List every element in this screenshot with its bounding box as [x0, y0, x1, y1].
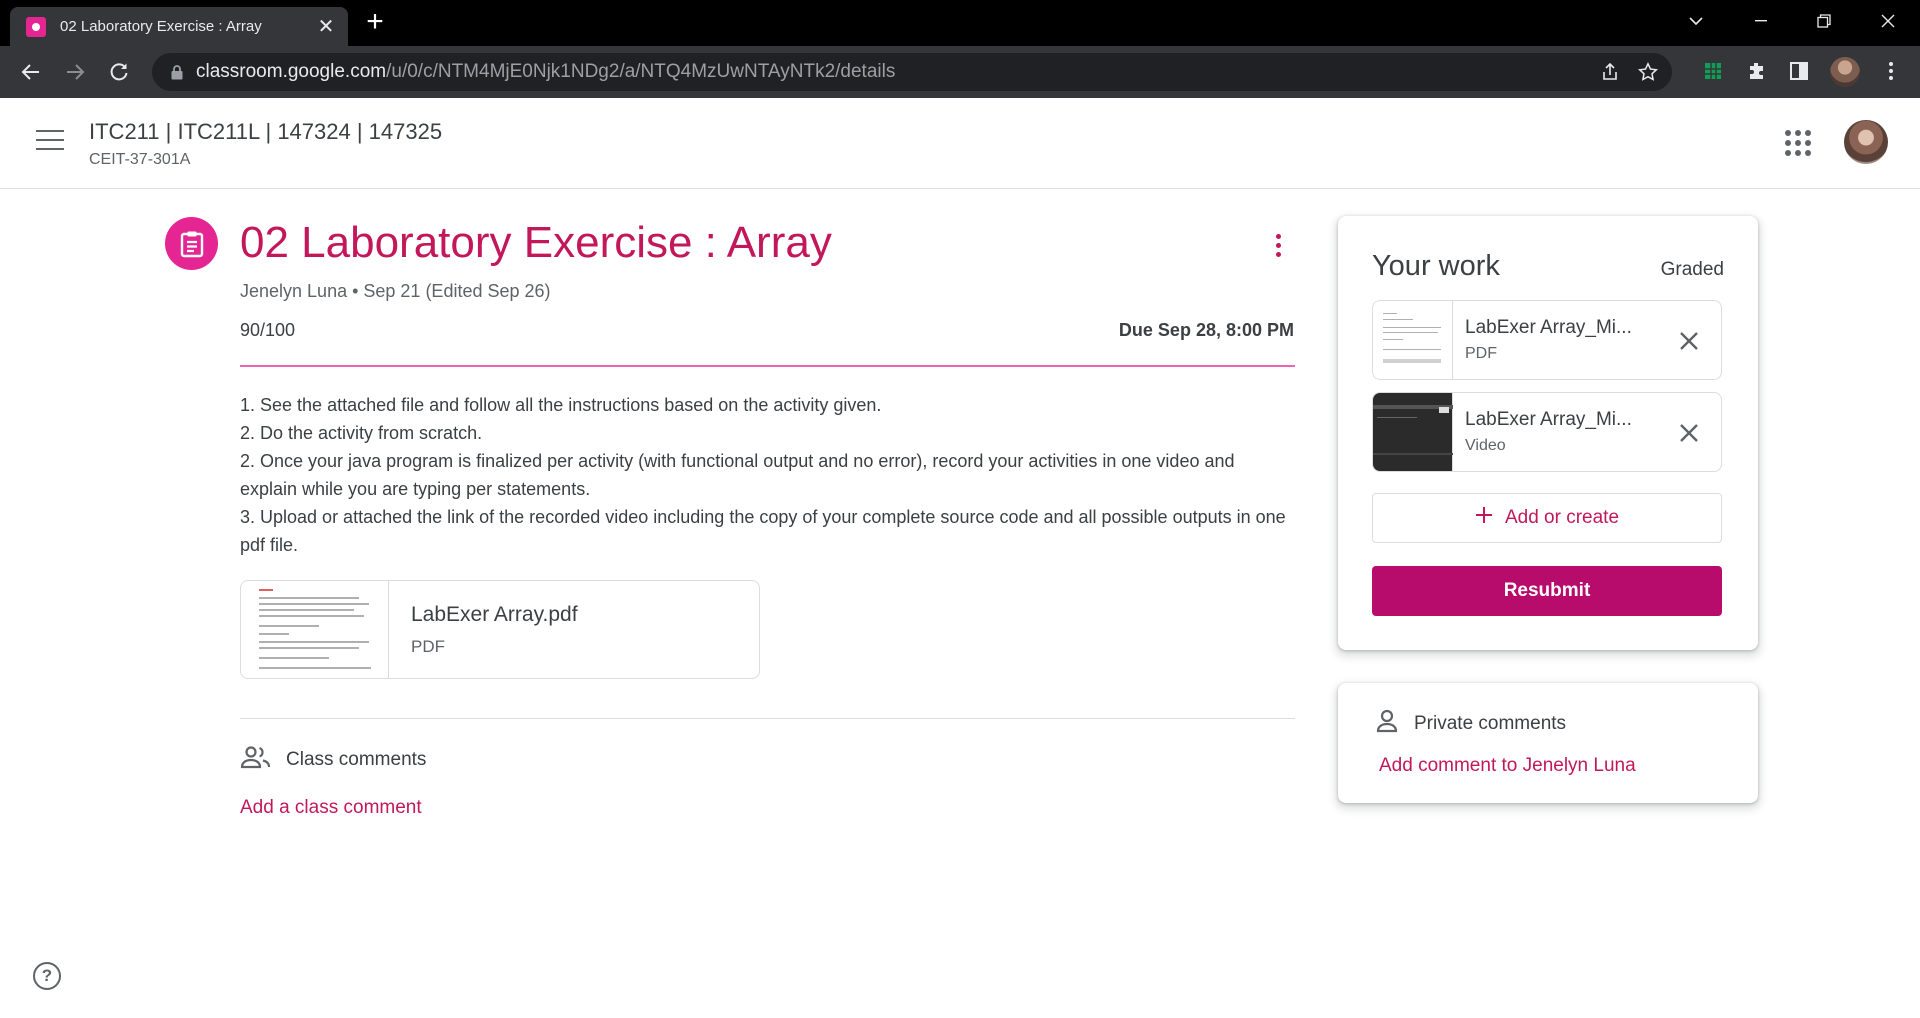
account-avatar[interactable] [1844, 120, 1888, 164]
reload-icon[interactable] [104, 57, 134, 87]
tab-close-icon[interactable]: ✕ [312, 13, 340, 41]
browser-profile-avatar[interactable] [1830, 57, 1860, 87]
work-status-badge: Graded [1660, 259, 1724, 280]
main-menu-icon[interactable] [36, 130, 64, 152]
private-comments-card: Private comments Add comment to Jenelyn … [1338, 683, 1758, 803]
attachment-info: LabExer Array.pdf PDF [389, 581, 578, 678]
file-name[interactable]: LabExer Array_Mi... [1465, 409, 1665, 431]
assignment-points: 90/100 [240, 320, 296, 340]
back-icon[interactable] [16, 57, 46, 87]
people-icon [240, 745, 272, 775]
side-panel-icon[interactable] [1786, 58, 1812, 84]
private-comments-label: Private comments [1414, 713, 1567, 734]
file-info: LabExer Array_Mi... PDF [1465, 317, 1665, 363]
file-name[interactable]: LabExer Array_Mi... [1465, 317, 1665, 339]
course-title[interactable]: ITC211 | ITC211L | 147324 | 147325 [89, 119, 442, 145]
more-options-icon[interactable] [1266, 228, 1290, 262]
assignment-title: 02 Laboratory Exercise : Array [240, 218, 832, 267]
instruction-line: 2. Once your java program is finalized p… [240, 451, 1235, 499]
help-icon[interactable]: ? [33, 962, 61, 990]
close-window-icon[interactable] [1868, 6, 1908, 36]
url-text: classroom.google.com/u/0/c/NTM4MjE0Njk1N… [196, 61, 895, 83]
bookmark-star-icon[interactable] [1636, 60, 1660, 84]
google-apps-icon[interactable] [1785, 130, 1811, 156]
browser-tab[interactable]: 02 Laboratory Exercise : Array ✕ [10, 7, 348, 46]
tab-title: 02 Laboratory Exercise : Array [60, 18, 262, 35]
attachment-name[interactable]: LabExer Array.pdf [411, 603, 578, 627]
submitted-file-row[interactable]: LabExer Array_Mi... Video [1372, 392, 1722, 472]
browser-menu-icon[interactable] [1878, 58, 1904, 84]
person-icon [1376, 709, 1398, 739]
submitted-file-row[interactable]: LabExer Array_Mi... PDF [1372, 300, 1722, 380]
your-work-title: Your work [1372, 250, 1500, 282]
url-host: classroom.google.com [196, 61, 387, 82]
your-work-card: Your work Graded LabExer Array_Mi... PDF [1338, 216, 1758, 650]
add-or-create-label: Add or create [1504, 507, 1620, 528]
file-thumbnail [1373, 301, 1453, 379]
instruction-line: 1. See the attached file and follow all … [240, 395, 882, 415]
url-path: /u/0/c/NTM4MjE0Njk1NDg2/a/NTQ4MzUwNTAyNT… [386, 61, 896, 82]
add-or-create-button[interactable]: Add or create [1372, 493, 1722, 543]
title-divider [240, 365, 1295, 367]
lock-icon[interactable] [168, 63, 186, 81]
remove-file-icon[interactable] [1675, 419, 1703, 447]
browser-tab-bar: 02 Laboratory Exercise : Array ✕ + [0, 0, 1920, 46]
attachment-card[interactable]: LabExer Array.pdf PDF [240, 580, 760, 679]
minimize-icon[interactable] [1741, 6, 1781, 36]
file-info: LabExer Array_Mi... Video [1465, 409, 1665, 455]
video-thumbnail [1373, 393, 1453, 471]
attachment-type: PDF [411, 637, 445, 656]
address-bar[interactable]: classroom.google.com/u/0/c/NTM4MjE0Njk1N… [152, 53, 1672, 91]
assignment-instructions: 1. See the attached file and follow all … [240, 391, 1295, 559]
tab-search-icon[interactable] [1676, 6, 1716, 36]
file-type: PDF [1465, 345, 1497, 362]
remove-file-icon[interactable] [1675, 327, 1703, 355]
classroom-icon [26, 16, 46, 37]
class-comments-header: Class comments [240, 745, 426, 775]
extensions-puzzle-icon[interactable] [1744, 58, 1770, 84]
assignment-meta: Jenelyn Luna • Sep 21 (Edited Sep 26) [240, 281, 551, 301]
course-section: CEIT-37-301A [89, 151, 191, 168]
resubmit-button[interactable]: Resubmit [1372, 566, 1722, 616]
share-icon[interactable] [1598, 60, 1622, 84]
sheets-extension-icon[interactable] [1700, 58, 1726, 84]
attachment-thumbnail [241, 581, 389, 678]
forward-icon[interactable] [60, 57, 90, 87]
new-tab-button[interactable]: + [360, 7, 390, 38]
browser-toolbar: classroom.google.com/u/0/c/NTM4MjE0Njk1N… [0, 46, 1920, 98]
plus-icon [1475, 506, 1493, 530]
add-class-comment-link[interactable]: Add a class comment [240, 797, 422, 819]
restore-icon[interactable] [1804, 6, 1844, 36]
class-comments-label: Class comments [286, 749, 427, 770]
classroom-header: ITC211 | ITC211L | 147324 | 147325 CEIT-… [0, 98, 1920, 189]
assignment-due-date: Due Sep 28, 8:00 PM [1118, 320, 1294, 340]
add-private-comment-link[interactable]: Add comment to Jenelyn Luna [1379, 755, 1636, 777]
instruction-line: 3. Upload or attached the link of the re… [240, 507, 1286, 555]
file-type: Video [1465, 437, 1506, 454]
comments-divider [240, 718, 1295, 719]
assignment-icon [165, 217, 218, 270]
private-comments-header: Private comments [1376, 709, 1566, 739]
instruction-line: 2. Do the activity from scratch. [240, 423, 483, 443]
